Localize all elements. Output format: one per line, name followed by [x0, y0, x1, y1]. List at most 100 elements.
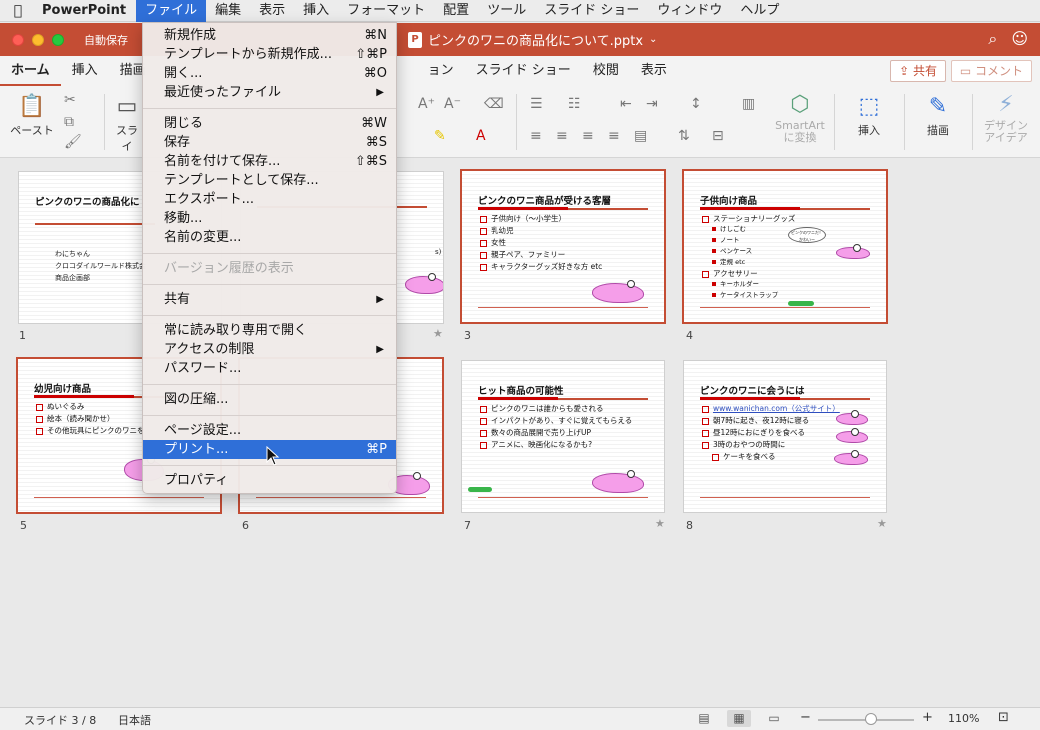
- font-decrease-icon[interactable]: A⁻: [444, 96, 461, 112]
- increase-indent-icon[interactable]: ⇥: [646, 96, 658, 112]
- apple-icon[interactable]: : [0, 3, 36, 19]
- slide-bottom-line: [478, 307, 648, 308]
- decrease-indent-icon[interactable]: ⇤: [620, 96, 632, 112]
- align-center-icon[interactable]: ≡: [556, 128, 568, 144]
- menu-item-share[interactable]: 共有 ▶: [143, 290, 396, 309]
- menu-item-compress-pictures[interactable]: 図の圧縮...: [143, 390, 396, 409]
- normal-view-icon[interactable]: ▤: [692, 710, 716, 727]
- comment-button[interactable]: ▭ コメント: [950, 60, 1032, 82]
- menu-arrange[interactable]: 配置: [434, 0, 478, 22]
- copy-icon[interactable]: ⧉: [64, 114, 74, 130]
- clear-format-icon[interactable]: ⌫: [484, 96, 504, 112]
- distribute-icon[interactable]: ▤: [634, 128, 647, 144]
- slide-bullet-list: ステーショナリーグッズ けしごむ ノート ペンケース 定規 etc アクセサリー…: [702, 213, 795, 301]
- tab-transitions[interactable]: ョン: [417, 56, 465, 86]
- align-left-icon[interactable]: ≡: [530, 128, 542, 144]
- submenu-arrow-icon: ▶: [376, 294, 384, 305]
- menu-item-close[interactable]: 閉じる ⌘W: [143, 114, 396, 133]
- menu-item-password[interactable]: パスワード...: [143, 359, 396, 378]
- green-crocodile-image: [468, 487, 492, 492]
- highlight-icon[interactable]: ✎: [434, 128, 446, 144]
- slide-bullet-list: ピンクのワニは誰からも愛される インパクトがあり、すぐに覚えてもらえる 数々の商…: [480, 403, 632, 451]
- text-direction-icon[interactable]: ⇅: [678, 128, 690, 144]
- tab-slideshow[interactable]: スライド ショー: [465, 56, 582, 86]
- menu-help[interactable]: ヘルプ: [731, 0, 788, 22]
- columns-icon[interactable]: ▥: [742, 96, 755, 112]
- font-increase-icon[interactable]: A⁺: [418, 96, 435, 112]
- minimize-window-button[interactable]: [32, 33, 44, 46]
- new-slide-button[interactable]: ▭ スライ: [112, 92, 142, 154]
- menu-item-restrict-access[interactable]: アクセスの制限 ▶: [143, 340, 396, 359]
- align-right-icon[interactable]: ≡: [582, 128, 594, 144]
- format-painter-icon[interactable]: 🖌: [64, 134, 82, 150]
- menu-item-move[interactable]: 移動...: [143, 209, 396, 228]
- presenter-view-icon[interactable]: ▭: [762, 710, 786, 727]
- powerpoint-doc-icon: P: [408, 31, 422, 48]
- clipboard-icon: 📋: [18, 94, 46, 119]
- language-indicator[interactable]: 日本語: [118, 712, 151, 728]
- menu-tools[interactable]: ツール: [478, 0, 535, 22]
- fit-to-window-icon[interactable]: ⊡: [998, 710, 1009, 725]
- font-color-icon[interactable]: A: [476, 128, 486, 144]
- tab-view[interactable]: 表示: [630, 56, 678, 86]
- menu-item-save-as-template[interactable]: テンプレートとして保存...: [143, 171, 396, 190]
- slide-thumbnail-7[interactable]: ヒット商品の可能性 ピンクのワニは誰からも愛される インパクトがあり、すぐに覚え…: [461, 360, 665, 513]
- app-name-menu[interactable]: PowerPoint: [36, 3, 136, 18]
- menu-item-page-setup[interactable]: ページ設定...: [143, 421, 396, 440]
- close-window-button[interactable]: [12, 33, 24, 46]
- pink-crocodile-image: [836, 244, 870, 259]
- align-text-icon[interactable]: ⊟: [712, 128, 724, 144]
- menu-item-new[interactable]: 新規作成 ⌘N: [143, 26, 396, 45]
- slide-sorter-view-icon[interactable]: ▦: [727, 710, 751, 727]
- chevron-down-icon[interactable]: ⌄: [649, 34, 657, 45]
- tab-home[interactable]: ホーム: [0, 56, 61, 86]
- menu-separator: [143, 315, 396, 316]
- document-title[interactable]: P ピンクのワニの商品化について.pptx ⌄: [408, 30, 657, 49]
- menu-view[interactable]: 表示: [250, 0, 294, 22]
- numbering-icon[interactable]: ☷: [568, 96, 581, 112]
- menu-item-new-from-template[interactable]: テンプレートから新規作成... ⇧⌘P: [143, 45, 396, 64]
- tab-insert[interactable]: 挿入: [61, 56, 109, 86]
- justify-icon[interactable]: ≡: [608, 128, 620, 144]
- cut-icon[interactable]: ✂: [64, 92, 76, 108]
- menu-file[interactable]: ファイル: [136, 0, 207, 22]
- slide-thumbnail-4[interactable]: 子供向け商品 ステーショナリーグッズ けしごむ ノート ペンケース 定規 etc…: [682, 169, 888, 324]
- account-icon[interactable]: ☺: [1011, 29, 1028, 49]
- slide-bottom-line: [700, 307, 870, 308]
- menu-item-rename[interactable]: 名前の変更...: [143, 228, 396, 247]
- design-ideas-button[interactable]: ⚡ デザイン アイデア: [980, 90, 1032, 144]
- pink-crocodile-image: [836, 410, 868, 425]
- slide-thumbnail-3[interactable]: ピンクのワニ商品が受ける客層 子供向け（～小学生） 乳幼児 女性 親子ペア、ファ…: [460, 169, 666, 324]
- bullets-icon[interactable]: ☰: [530, 96, 543, 112]
- menu-insert[interactable]: 挿入: [294, 0, 338, 22]
- green-crocodile-image: [788, 301, 814, 306]
- zoom-slider-thumb[interactable]: [864, 713, 877, 725]
- menu-item-save[interactable]: 保存 ⌘S: [143, 133, 396, 152]
- menu-item-properties[interactable]: プロパティ: [143, 471, 396, 490]
- tab-review[interactable]: 校閲: [582, 56, 630, 86]
- menu-edit[interactable]: 編集: [206, 0, 250, 22]
- draw-button[interactable]: ✎ 描画: [914, 92, 962, 138]
- paste-button[interactable]: 📋 ペースト: [10, 92, 54, 138]
- ribbon-separator: [834, 94, 835, 150]
- menu-window[interactable]: ウィンドウ: [648, 0, 731, 22]
- maximize-window-button[interactable]: [52, 33, 64, 46]
- menu-item-recent-files[interactable]: 最近使ったファイル ▶: [143, 83, 396, 102]
- menu-item-export[interactable]: エクスポート...: [143, 190, 396, 209]
- zoom-out-button[interactable]: −: [800, 710, 811, 725]
- zoom-level[interactable]: 110%: [948, 712, 979, 725]
- insert-shape-button[interactable]: ⬚ 挿入: [846, 92, 892, 138]
- menu-item-open[interactable]: 開く... ⌘O: [143, 64, 396, 83]
- menu-item-always-read-only[interactable]: 常に読み取り専用で開く: [143, 321, 396, 340]
- smartart-button[interactable]: ⬡ SmartArt に変換: [772, 90, 828, 144]
- line-spacing-icon[interactable]: ↕: [690, 96, 702, 112]
- search-icon[interactable]: ⌕: [988, 29, 997, 49]
- menu-slideshow[interactable]: スライド ショー: [535, 0, 648, 22]
- zoom-in-button[interactable]: +: [922, 710, 933, 725]
- menu-item-save-as[interactable]: 名前を付けて保存... ⇧⌘S: [143, 152, 396, 171]
- title-underline: [35, 223, 155, 225]
- submenu-arrow-icon: ▶: [376, 87, 384, 98]
- share-button[interactable]: ⇪ 共有: [890, 60, 946, 82]
- menu-format[interactable]: フォーマット: [338, 0, 434, 22]
- slide-thumbnail-8[interactable]: ピンクのワニに会うには www.wanichan.com（公式サイト） 朝7時に…: [683, 360, 887, 513]
